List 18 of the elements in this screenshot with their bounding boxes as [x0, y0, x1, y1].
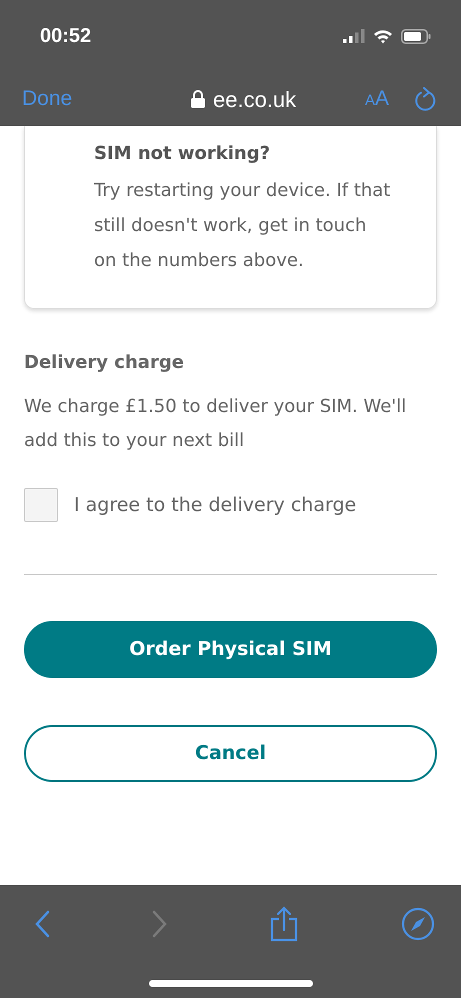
url-text[interactable]: ee.co.uk [213, 82, 296, 116]
wifi-icon [373, 28, 393, 44]
delivery-title: Delivery charge [24, 351, 185, 375]
cancel-button[interactable]: Cancel [24, 725, 437, 782]
agree-label[interactable]: I agree to the delivery charge [74, 490, 356, 520]
lock-icon [191, 90, 205, 108]
battery-icon [401, 28, 431, 44]
delivery-text: We charge £1.50 to deliver your SIM. We'll add this to your next bill [24, 395, 408, 453]
compass-icon[interactable] [400, 907, 435, 941]
status-time: 00:52 [40, 24, 92, 49]
signal-icon [343, 29, 365, 43]
share-icon[interactable] [269, 906, 300, 942]
back-icon[interactable] [34, 910, 50, 938]
reload-icon[interactable] [415, 86, 437, 112]
help-title: SIM not working? [94, 142, 272, 166]
agree-checkbox[interactable] [24, 488, 58, 522]
help-text: Try restarting your device. If that still doesn't work, get in touch on the numbers above. [94, 179, 392, 273]
order-button[interactable]: Order Physical SIM [24, 621, 437, 678]
